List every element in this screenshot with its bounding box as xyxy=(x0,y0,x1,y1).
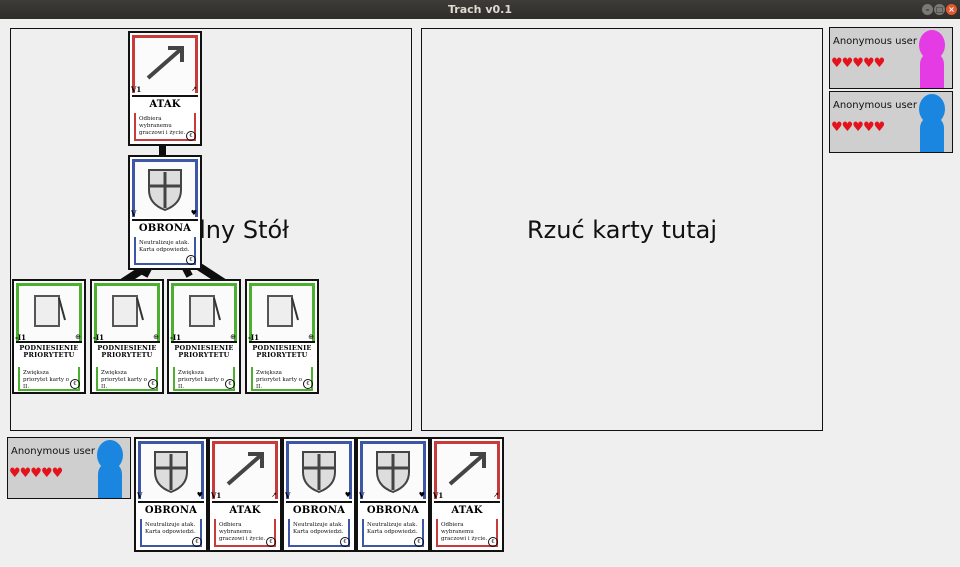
card-title: OBRONA xyxy=(286,501,352,516)
coin-icon: € xyxy=(414,537,424,547)
arrow-icon xyxy=(226,452,264,486)
discard-label: Rzuć karty tutaj xyxy=(526,215,717,244)
close-icon[interactable]: × xyxy=(946,4,957,15)
hand-card-attack[interactable]: V1 ↗ ATAK Odbiera wybranemu graczowi i ż… xyxy=(208,437,282,552)
hearts-icon: ♥♥♥♥♥ xyxy=(9,466,63,481)
avatar xyxy=(96,440,124,498)
arrow-icon xyxy=(146,46,184,80)
opponent-panel[interactable]: Anonymous user 29 ♥♥♥♥♥ xyxy=(829,91,953,153)
arrow-icon xyxy=(448,452,486,486)
avatar xyxy=(918,30,946,88)
attack-card[interactable]: V1 ↗ ATAK Odbiera wybranemu graczowi i ż… xyxy=(128,31,202,146)
minimize-icon[interactable]: – xyxy=(922,4,933,15)
coin-icon: € xyxy=(186,255,196,265)
hand-card-defense[interactable]: V ♥ OBRONA Neutralizuje atak. Karta odpow… xyxy=(282,437,356,552)
maximize-icon[interactable]: □ xyxy=(934,4,945,15)
hearts-icon: ♥♥♥♥♥ xyxy=(831,120,885,135)
shared-table-label: Wspólny Stół xyxy=(132,215,289,244)
scroll-icon xyxy=(112,295,144,327)
shield-icon xyxy=(148,169,182,212)
card-title: ATAK xyxy=(212,501,278,516)
scroll-icon xyxy=(34,295,66,327)
coin-icon: € xyxy=(266,537,276,547)
card-title: PODNIESIENIE PRIORYTETU xyxy=(94,341,160,359)
hand-card-defense[interactable]: V ♥ OBRONA Neutralizuje atak. Karta odpow… xyxy=(356,437,430,552)
scroll-icon xyxy=(189,295,221,327)
priority-card[interactable]: -I1 ⊕ PODNIESIENIE PRIORYTETU Zwiększa p… xyxy=(90,279,164,394)
card-title: ATAK xyxy=(434,501,500,516)
priority-card[interactable]: -I1 ⊕ PODNIESIENIE PRIORYTETU Zwiększa p… xyxy=(12,279,86,394)
coin-icon: € xyxy=(70,379,80,389)
priority-card[interactable]: -I1 ⊕ PODNIESIENIE PRIORYTETU Zwiększa p… xyxy=(167,279,241,394)
card-title: ATAK xyxy=(132,95,198,110)
card-title: OBRONA xyxy=(132,219,198,234)
shield-icon xyxy=(376,451,410,494)
avatar xyxy=(918,94,946,152)
coin-icon: € xyxy=(340,537,350,547)
hand-card-attack[interactable]: V1 ↗ ATAK Odbiera wybranemu graczowi i ż… xyxy=(430,437,504,552)
coin-icon: € xyxy=(488,537,498,547)
coin-icon: € xyxy=(225,379,235,389)
priority-card[interactable]: -I1 ⊕ PODNIESIENIE PRIORYTETU Zwiększa p… xyxy=(245,279,319,394)
coin-icon: € xyxy=(186,131,196,141)
card-title: PODNIESIENIE PRIORYTETU xyxy=(16,341,82,359)
self-player-panel: Anonymous user 29 ♥♥♥♥♥ xyxy=(7,437,131,499)
defense-card[interactable]: V ♥ OBRONA Neutralizuje atak. Karta odpow… xyxy=(128,155,202,270)
opponent-panel[interactable]: Anonymous user 28 ♥♥♥♥♥ xyxy=(829,27,953,89)
hearts-icon: ♥♥♥♥♥ xyxy=(831,56,885,71)
coin-icon: € xyxy=(148,379,158,389)
shield-icon xyxy=(302,451,336,494)
discard-drop-area[interactable]: Rzuć karty tutaj xyxy=(421,28,823,431)
scroll-icon xyxy=(267,295,299,327)
card-title: OBRONA xyxy=(360,501,426,516)
coin-icon: € xyxy=(192,537,202,547)
shield-icon xyxy=(154,451,188,494)
window-title: Trach v0.1 xyxy=(448,3,512,16)
window-titlebar: Trach v0.1 – □ × xyxy=(0,0,960,19)
hand-card-defense[interactable]: V ♥ OBRONA Neutralizuje atak. Karta odpow… xyxy=(134,437,208,552)
coin-icon: € xyxy=(303,379,313,389)
card-title: PODNIESIENIE PRIORYTETU xyxy=(171,341,237,359)
card-title: PODNIESIENIE PRIORYTETU xyxy=(249,341,315,359)
card-title: OBRONA xyxy=(138,501,204,516)
